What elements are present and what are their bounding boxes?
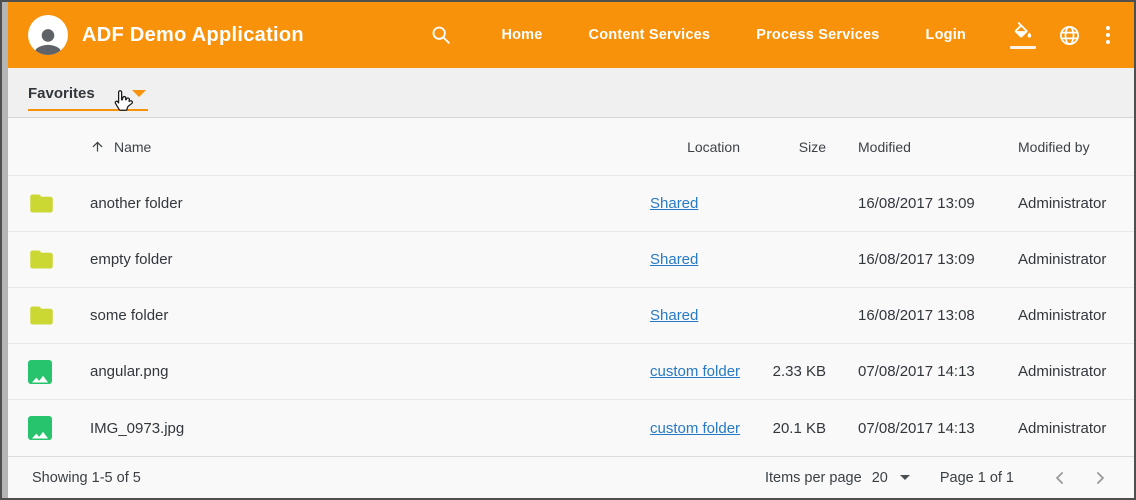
location-link[interactable]: custom folder (650, 420, 740, 437)
file-name[interactable]: another folder (90, 195, 650, 212)
color-fill-underline (1010, 46, 1036, 49)
file-size: 20.1 KB (746, 420, 826, 437)
next-page-button[interactable] (1080, 464, 1120, 492)
language-button[interactable] (1047, 24, 1092, 47)
size-column-header[interactable]: Size (746, 139, 826, 155)
location-link[interactable]: Shared (650, 307, 698, 324)
location-column-header[interactable]: Location (650, 139, 746, 155)
app-window: ADF Demo Application Home Content Servic… (0, 0, 1136, 500)
folder-icon (28, 246, 55, 273)
nav-item-login[interactable]: Login (903, 17, 989, 53)
folder-icon (28, 190, 55, 217)
image-file-icon (28, 416, 52, 440)
file-size: 2.33 KB (746, 363, 826, 380)
more-menu-button[interactable] (1092, 26, 1118, 44)
table-row[interactable]: some folder Shared 16/08/2017 13:08 Admi… (8, 288, 1134, 344)
nav-item-process-services[interactable]: Process Services (733, 17, 902, 53)
folder-icon (28, 302, 55, 329)
current-view-label: Favorites (28, 85, 95, 102)
app-header: ADF Demo Application Home Content Servic… (8, 2, 1134, 68)
theme-color-button[interactable] (999, 22, 1047, 49)
modified-by: Administrator (1008, 195, 1134, 212)
app-title: ADF Demo Application (82, 24, 304, 47)
modified-by: Administrator (1008, 251, 1134, 268)
table-row[interactable]: empty folder Shared 16/08/2017 13:09 Adm… (8, 232, 1134, 288)
modified-date: 16/08/2017 13:08 (826, 307, 1008, 324)
items-per-page-select[interactable]: Items per page 20 (765, 470, 910, 486)
document-list: Name Location Size Modified Modified by … (8, 118, 1134, 456)
user-avatar-icon (30, 23, 66, 55)
modified-by-column-header[interactable]: Modified by (1008, 139, 1134, 155)
file-name[interactable]: some folder (90, 307, 650, 324)
language-icon (1058, 24, 1081, 47)
modified-date: 16/08/2017 13:09 (826, 195, 1008, 212)
modified-date: 07/08/2017 14:13 (826, 420, 1008, 437)
table-body: another folder Shared 16/08/2017 13:09 A… (8, 176, 1134, 456)
select-caret-icon (900, 475, 910, 480)
dropdown-caret-icon (132, 90, 146, 97)
table-row[interactable]: angular.png custom folder 2.33 KB 07/08/… (8, 344, 1134, 400)
modified-by: Administrator (1008, 420, 1134, 437)
location-link[interactable]: Shared (650, 195, 698, 212)
page-info: Page 1 of 1 (940, 470, 1014, 486)
view-selector-strip: Favorites (8, 68, 1134, 118)
sort-ascending-icon (90, 139, 105, 154)
modified-by: Administrator (1008, 363, 1134, 380)
avatar[interactable] (28, 15, 68, 55)
showing-count: Showing 1-5 of 5 (32, 470, 141, 486)
image-file-icon (28, 360, 52, 384)
view-dropdown[interactable]: Favorites (28, 85, 148, 111)
more-menu-icon (1106, 26, 1110, 30)
modified-column-header[interactable]: Modified (826, 139, 1008, 155)
previous-page-button[interactable] (1040, 464, 1080, 492)
modified-by: Administrator (1008, 307, 1134, 324)
main-nav: Home Content Services Process Services L… (478, 17, 989, 53)
search-button[interactable] (430, 24, 452, 46)
search-icon (430, 24, 452, 46)
header-icons (999, 22, 1118, 49)
location-link[interactable]: custom folder (650, 363, 740, 380)
table-header-row: Name Location Size Modified Modified by (8, 118, 1134, 176)
chevron-left-icon (1050, 468, 1070, 488)
modified-date: 16/08/2017 13:09 (826, 251, 1008, 268)
location-link[interactable]: Shared (650, 251, 698, 268)
table-row[interactable]: another folder Shared 16/08/2017 13:09 A… (8, 176, 1134, 232)
name-column-header[interactable]: Name (90, 139, 650, 155)
file-name[interactable]: angular.png (90, 363, 650, 380)
pagination-bar: Showing 1-5 of 5 Items per page 20 Page … (8, 456, 1134, 498)
items-per-page-value: 20 (872, 470, 888, 486)
table-row[interactable]: IMG_0973.jpg custom folder 20.1 KB 07/08… (8, 400, 1134, 456)
nav-item-content-services[interactable]: Content Services (566, 17, 734, 53)
color-fill-icon (1012, 22, 1034, 44)
chevron-right-icon (1090, 468, 1110, 488)
file-name[interactable]: IMG_0973.jpg (90, 420, 650, 437)
nav-item-home[interactable]: Home (478, 17, 565, 53)
modified-date: 07/08/2017 14:13 (826, 363, 1008, 380)
file-name[interactable]: empty folder (90, 251, 650, 268)
